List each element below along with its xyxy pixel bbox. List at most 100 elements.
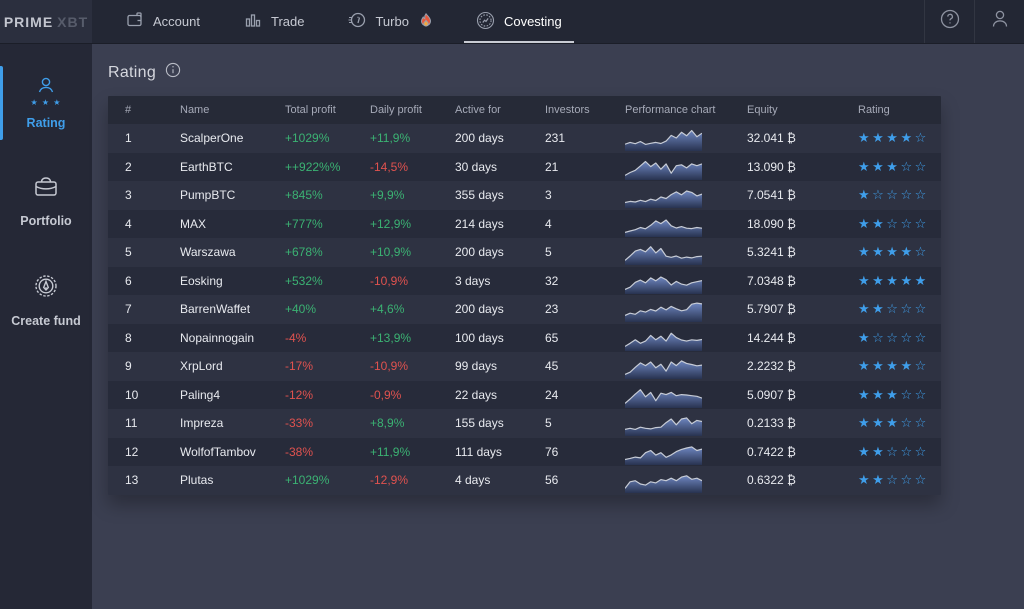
primexbt-logo[interactable]: PRIME XBT — [0, 0, 92, 43]
total-profit-cell: -33% — [285, 416, 370, 430]
table-row[interactable]: 10 Paling4 -12% -0,9% 22 days 24 5.0907 … — [108, 381, 941, 410]
daily-profit-cell: +10,9% — [370, 245, 455, 259]
active-for-cell: 200 days — [455, 131, 545, 145]
investors-cell: 76 — [545, 445, 625, 459]
equity-cell: 13.090 ₿ — [747, 160, 858, 174]
rank-cell: 8 — [108, 331, 180, 345]
rank-cell: 7 — [108, 302, 180, 316]
speedometer-icon — [348, 11, 366, 32]
table-row[interactable]: 7 BarrenWaffet +40% +4,6% 200 days 23 5.… — [108, 295, 941, 324]
rating-person-stars-icon: ★ ★ ★ — [31, 76, 62, 107]
tab-covesting[interactable]: Covesting — [454, 0, 584, 43]
performance-chart-cell — [625, 439, 747, 465]
main-content: Rating # Name Total profit Daily profit … — [92, 44, 1024, 609]
performance-chart-cell — [625, 353, 747, 379]
table-row[interactable]: 6 Eosking +532% -10,9% 3 days 32 7.0348 … — [108, 267, 941, 296]
col-header-rank: # — [108, 104, 180, 116]
equity-cell: 5.3241 ₿ — [747, 245, 858, 259]
daily-profit-cell: +9,9% — [370, 188, 455, 202]
active-for-cell: 3 days — [455, 274, 545, 288]
table-row[interactable]: 3 PumpBTC +845% +9,9% 355 days 3 7.0541 … — [108, 181, 941, 210]
sparkline-chart — [625, 382, 702, 408]
trader-name-cell: BarrenWaffet — [180, 302, 285, 316]
rating-stars-cell: ★★☆☆☆ — [858, 444, 941, 460]
total-profit-cell: +1029% — [285, 473, 370, 487]
rating-stars-cell: ★☆☆☆☆ — [858, 187, 941, 203]
total-profit-cell: +678% — [285, 245, 370, 259]
sidebar-item-create-fund[interactable]: Create fund — [0, 258, 92, 342]
rating-stars-cell: ★★★☆☆ — [858, 387, 941, 403]
investors-cell: 3 — [545, 188, 625, 202]
tab-trade-label: Trade — [271, 14, 304, 29]
rank-cell: 11 — [108, 416, 180, 430]
page-title-row: Rating — [108, 62, 1024, 83]
col-header-rating: Rating — [858, 104, 941, 116]
trader-name-cell: MAX — [180, 217, 285, 231]
table-row[interactable]: 12 WolfofTambov -38% +11,9% 111 days 76 … — [108, 438, 941, 467]
trader-name-cell: Plutas — [180, 473, 285, 487]
trader-name-cell: Eosking — [180, 274, 285, 288]
rating-stars-cell: ★★★☆☆ — [858, 159, 941, 175]
tab-trade[interactable]: Trade — [222, 0, 326, 43]
table-row[interactable]: 4 MAX +777% +12,9% 214 days 4 18.090 ₿ ★… — [108, 210, 941, 239]
rating-stars-cell: ★★★★☆ — [858, 244, 941, 260]
sidebar-item-portfolio[interactable]: Portfolio — [0, 160, 92, 242]
help-button[interactable] — [924, 0, 974, 43]
create-fund-badge-icon — [31, 272, 61, 305]
performance-chart-cell — [625, 182, 747, 208]
tab-account[interactable]: Account — [104, 0, 222, 43]
daily-profit-cell: -14,5% — [370, 160, 455, 174]
col-header-equity: Equity — [747, 104, 858, 116]
profile-button[interactable] — [974, 0, 1024, 43]
col-header-daily-profit: Daily profit — [370, 104, 455, 116]
flame-icon — [420, 13, 432, 30]
table-row[interactable]: 11 Impreza -33% +8,9% 155 days 5 0.2133 … — [108, 409, 941, 438]
total-profit-cell: +777% — [285, 217, 370, 231]
active-for-cell: 22 days — [455, 388, 545, 402]
table-row[interactable]: 8 Nopainnogain -4% +13,9% 100 days 65 14… — [108, 324, 941, 353]
investors-cell: 231 — [545, 131, 625, 145]
daily-profit-cell: +8,9% — [370, 416, 455, 430]
daily-profit-cell: +4,6% — [370, 302, 455, 316]
sparkline-chart — [625, 125, 702, 151]
trader-name-cell: XrpLord — [180, 359, 285, 373]
table-header-row: # Name Total profit Daily profit Active … — [108, 96, 941, 124]
sidebar-item-rating[interactable]: ★ ★ ★ Rating — [0, 62, 92, 144]
top-navigation-bar: PRIME XBT Account Trade — [0, 0, 1024, 44]
tab-turbo[interactable]: Turbo — [326, 0, 453, 43]
rank-cell: 12 — [108, 445, 180, 459]
sidebar-item-rating-label: Rating — [27, 116, 66, 130]
table-row[interactable]: 13 Plutas +1029% -12,9% 4 days 56 0.6322… — [108, 466, 941, 495]
investors-cell: 4 — [545, 217, 625, 231]
total-profit-cell: +1029% — [285, 131, 370, 145]
trader-name-cell: Warszawa — [180, 245, 285, 259]
col-header-total-profit: Total profit — [285, 104, 370, 116]
info-icon[interactable] — [165, 62, 181, 83]
total-profit-cell: ++922%% — [285, 160, 370, 174]
tab-covesting-label: Covesting — [504, 14, 562, 29]
investors-cell: 5 — [545, 416, 625, 430]
question-icon — [939, 8, 961, 35]
page-title: Rating — [108, 64, 156, 82]
total-profit-cell: -38% — [285, 445, 370, 459]
active-for-cell: 200 days — [455, 302, 545, 316]
rating-stars-cell: ★★★★☆ — [858, 130, 941, 146]
active-for-cell: 200 days — [455, 245, 545, 259]
rank-cell: 4 — [108, 217, 180, 231]
equity-cell: 5.7907 ₿ — [747, 302, 858, 316]
table-row[interactable]: 2 EarthBTC ++922%% -14,5% 30 days 21 13.… — [108, 153, 941, 182]
table-row[interactable]: 1 ScalperOne +1029% +11,9% 200 days 231 … — [108, 124, 941, 153]
col-header-investors: Investors — [545, 104, 625, 116]
investors-cell: 56 — [545, 473, 625, 487]
col-header-active-for: Active for — [455, 104, 545, 116]
equity-cell: 32.041 ₿ — [747, 131, 858, 145]
performance-chart-cell — [625, 268, 747, 294]
trader-name-cell: Paling4 — [180, 388, 285, 402]
table-row[interactable]: 9 XrpLord -17% -10,9% 99 days 45 2.2232 … — [108, 352, 941, 381]
col-header-name: Name — [180, 104, 285, 116]
daily-profit-cell: +12,9% — [370, 217, 455, 231]
active-for-cell: 155 days — [455, 416, 545, 430]
table-row[interactable]: 5 Warszawa +678% +10,9% 200 days 5 5.324… — [108, 238, 941, 267]
performance-chart-cell — [625, 125, 747, 151]
total-profit-cell: +845% — [285, 188, 370, 202]
